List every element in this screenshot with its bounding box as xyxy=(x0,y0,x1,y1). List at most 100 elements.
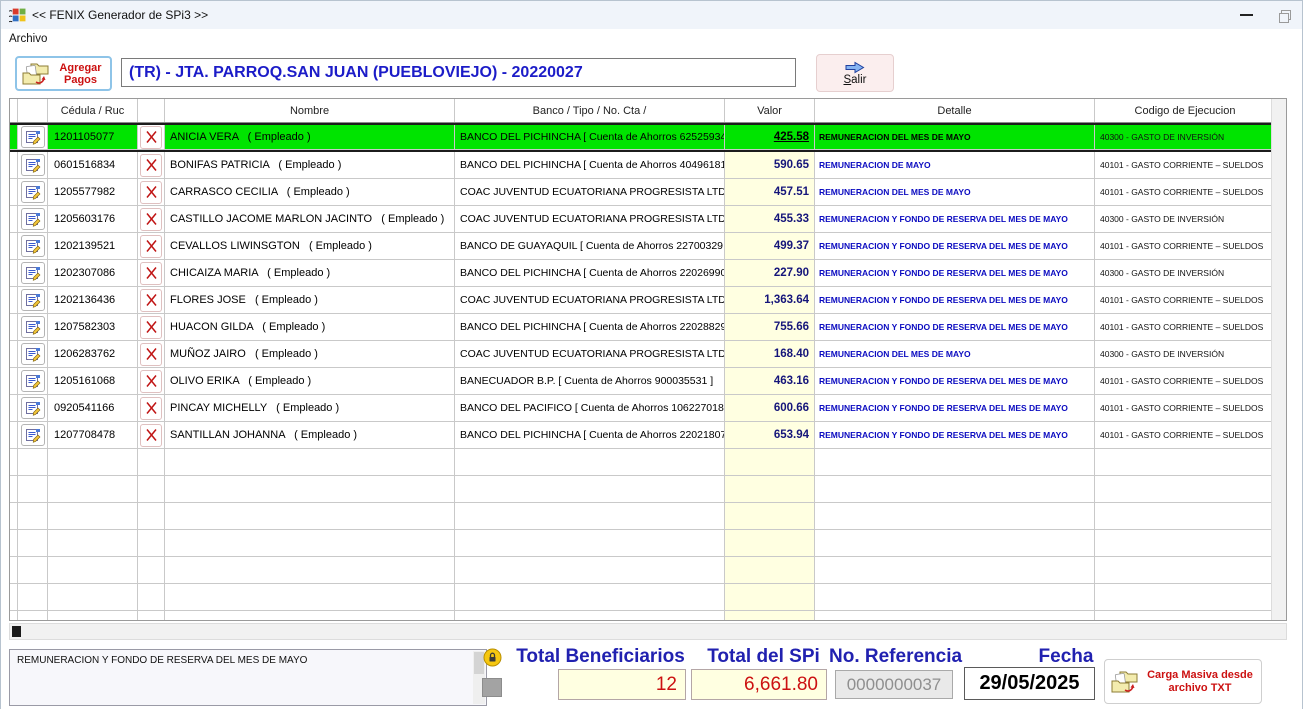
cell-nombre: HUACON GILDA ( Empleado ) xyxy=(165,314,455,341)
cell-banco xyxy=(455,476,725,503)
table-row[interactable] xyxy=(10,584,1271,611)
cell-cedula: 1205603176 xyxy=(48,206,138,233)
delete-x-icon xyxy=(145,374,158,388)
row-delete-cell xyxy=(138,503,165,530)
row-gutter xyxy=(10,260,18,287)
table-row[interactable]: 1207708478 SANTILLAN JOHANNA ( Empleado … xyxy=(10,422,1271,449)
table-row[interactable]: 0601516834 BONIFAS PATRICIA ( Empleado )… xyxy=(10,152,1271,179)
table-row[interactable] xyxy=(10,530,1271,557)
cell-codigo: 40101 - GASTO CORRIENTE – SUELDOS xyxy=(1095,152,1271,179)
edit-col-header xyxy=(18,99,48,122)
delete-row-button[interactable] xyxy=(140,370,162,393)
cell-cedula xyxy=(48,557,138,584)
cell-valor xyxy=(725,530,815,557)
table-row[interactable] xyxy=(10,476,1271,503)
row-edit-cell xyxy=(18,341,48,368)
row-edit-cell xyxy=(18,422,48,449)
lock-icon[interactable] xyxy=(483,648,502,667)
row-gutter xyxy=(10,530,18,557)
menu-archivo[interactable]: Archivo xyxy=(1,31,55,47)
edit-form-icon xyxy=(25,130,41,145)
delete-col-header xyxy=(138,99,165,122)
carga-masiva-button[interactable]: Carga Masiva desdearchivo TXT xyxy=(1104,659,1262,704)
table-row[interactable]: 0920541166 PINCAY MICHELLY ( Empleado ) … xyxy=(10,395,1271,422)
table-row[interactable]: 1202139521 CEVALLOS LIWINSGTON ( Emplead… xyxy=(10,233,1271,260)
row-gutter xyxy=(10,341,18,368)
table-row[interactable]: 1206283762 MUÑOZ JAIRO ( Empleado ) COAC… xyxy=(10,341,1271,368)
horizontal-scrollbar[interactable] xyxy=(9,623,1287,640)
restore-icon[interactable] xyxy=(1279,10,1290,21)
cell-detalle xyxy=(815,611,1095,620)
table-row[interactable]: 1202136436 FLORES JOSE ( Empleado ) COAC… xyxy=(10,287,1271,314)
delete-row-button[interactable] xyxy=(140,126,162,149)
cell-cedula: 1201105077 xyxy=(48,125,138,150)
table-row[interactable]: 1207582303 HUACON GILDA ( Empleado ) BAN… xyxy=(10,314,1271,341)
delete-x-icon xyxy=(145,401,158,415)
cell-nombre: CASTILLO JACOME MARLON JACINTO ( Emplead… xyxy=(165,206,455,233)
table-row[interactable]: 1205577982 CARRASCO CECILIA ( Empleado )… xyxy=(10,179,1271,206)
table-row[interactable]: 1205161068 OLIVO ERIKA ( Empleado ) BANE… xyxy=(10,368,1271,395)
row-gutter xyxy=(10,503,18,530)
delete-row-button[interactable] xyxy=(140,316,162,339)
edit-row-button[interactable] xyxy=(21,181,45,203)
cell-banco: BANECUADOR B.P. [ Cuenta de Ahorros 9000… xyxy=(455,368,725,395)
entity-title-input[interactable] xyxy=(121,58,796,87)
row-gutter xyxy=(10,422,18,449)
row-edit-cell xyxy=(18,152,48,179)
edit-row-button[interactable] xyxy=(21,289,45,311)
cell-codigo: 40300 - GASTO DE INVERSIÓN xyxy=(1095,260,1271,287)
row-gutter xyxy=(10,314,18,341)
edit-row-button[interactable] xyxy=(21,397,45,419)
salir-button[interactable]: Salir xyxy=(816,54,894,92)
row-delete-cell xyxy=(138,422,165,449)
cell-codigo xyxy=(1095,584,1271,611)
vertical-scrollbar[interactable] xyxy=(1271,99,1286,620)
edit-row-button[interactable] xyxy=(21,208,45,230)
delete-x-icon xyxy=(145,130,158,144)
edit-row-button[interactable] xyxy=(21,154,45,176)
edit-row-button[interactable] xyxy=(21,262,45,284)
delete-row-button[interactable] xyxy=(140,343,162,366)
cell-cedula: 1202139521 xyxy=(48,233,138,260)
table-row[interactable] xyxy=(10,449,1271,476)
table-row[interactable] xyxy=(10,611,1271,620)
delete-row-button[interactable] xyxy=(140,181,162,204)
table-row[interactable] xyxy=(10,503,1271,530)
detail-textarea[interactable]: REMUNERACION Y FONDO DE RESERVA DEL MES … xyxy=(9,649,487,706)
row-edit-cell xyxy=(18,584,48,611)
cell-valor: 455.33 xyxy=(725,206,815,233)
horizontal-scrollbar-thumb[interactable] xyxy=(12,626,21,637)
edit-row-button[interactable] xyxy=(21,343,45,365)
cell-banco xyxy=(455,449,725,476)
cell-nombre xyxy=(165,530,455,557)
edit-row-button[interactable] xyxy=(21,126,45,148)
minimize-icon[interactable] xyxy=(1240,14,1253,16)
edit-row-button[interactable] xyxy=(21,370,45,392)
edit-form-icon xyxy=(25,158,41,173)
window-title: << FENIX Generador de SPi3 >> xyxy=(32,8,208,22)
fecha-value[interactable]: 29/05/2025 xyxy=(964,667,1095,700)
table-row[interactable]: 1205603176 CASTILLO JACOME MARLON JACINT… xyxy=(10,206,1271,233)
row-gutter xyxy=(10,611,18,620)
delete-row-button[interactable] xyxy=(140,397,162,420)
agregar-pagos-button[interactable]: AgregarPagos xyxy=(15,56,112,91)
delete-row-button[interactable] xyxy=(140,262,162,285)
row-gutter xyxy=(10,179,18,206)
delete-row-button[interactable] xyxy=(140,424,162,447)
cell-codigo: 40101 - GASTO CORRIENTE – SUELDOS xyxy=(1095,287,1271,314)
delete-row-button[interactable] xyxy=(140,154,162,177)
table-row[interactable]: 1201105077 ANICIA VERA ( Empleado ) BANC… xyxy=(10,123,1271,152)
delete-row-button[interactable] xyxy=(140,235,162,258)
edit-row-button[interactable] xyxy=(21,316,45,338)
delete-row-button[interactable] xyxy=(140,208,162,231)
table-row[interactable] xyxy=(10,557,1271,584)
title-bar: << FENIX Generador de SPi3 >> xyxy=(1,1,1302,29)
delete-row-button[interactable] xyxy=(140,289,162,312)
cell-detalle: REMUNERACION DEL MES DE MAYO xyxy=(815,341,1095,368)
cell-detalle: REMUNERACION Y FONDO DE RESERVA DEL MES … xyxy=(815,287,1095,314)
edit-row-button[interactable] xyxy=(21,235,45,257)
row-delete-cell xyxy=(138,584,165,611)
edit-row-button[interactable] xyxy=(21,424,45,446)
table-row[interactable]: 1202307086 CHICAIZA MARIA ( Empleado ) B… xyxy=(10,260,1271,287)
cell-valor: 653.94 xyxy=(725,422,815,449)
